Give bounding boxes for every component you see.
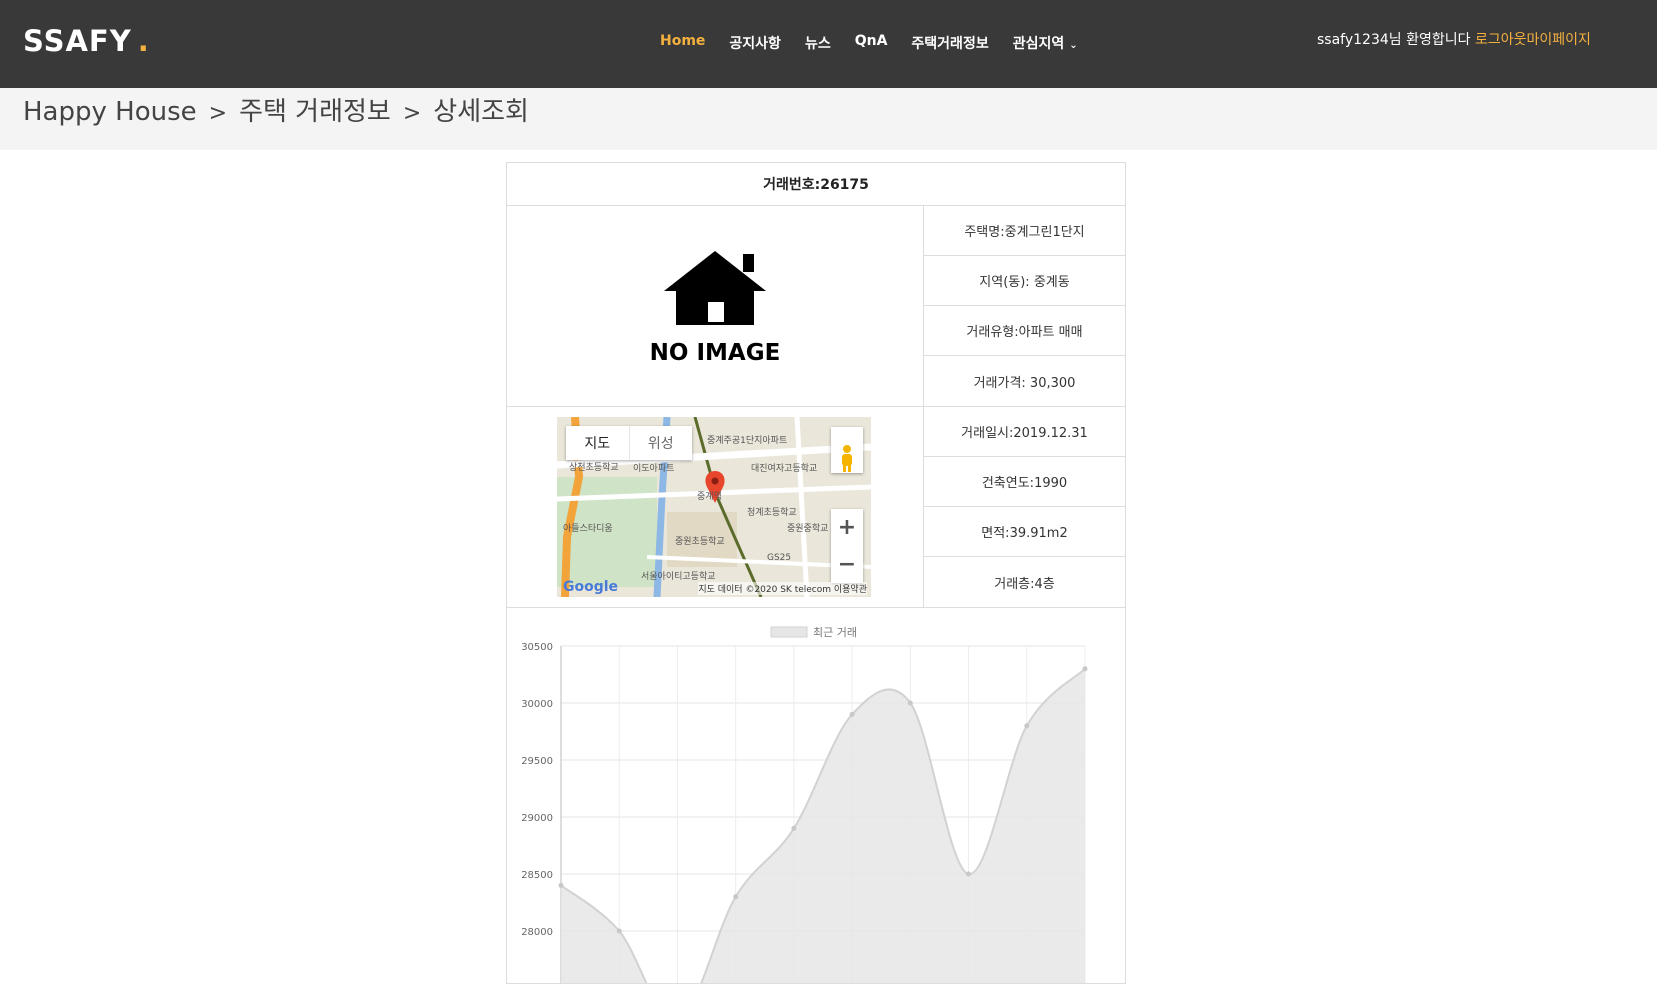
breadcrumb-separator: > [402, 101, 422, 126]
nav-qna[interactable]: QnA [843, 33, 900, 53]
deal-detail-table: 거래번호:26175 NO IMAGE 중계주공1단지아파트 상천초등학교 이도… [506, 162, 1126, 987]
data-point [733, 894, 739, 900]
info-area: 면적:39.91m2 [924, 507, 1125, 557]
data-point [1082, 666, 1088, 672]
house-icon: NO IMAGE [650, 251, 780, 366]
info-deal-type: 거래유형:아파트 매매 [924, 306, 1125, 356]
map-label: 상천초등학교 [569, 463, 619, 473]
breadcrumb: Happy House > 주택 거래정보 > 상세조회 [23, 91, 529, 128]
zoom-control: + − [831, 509, 863, 583]
map-label: 이도아파트 [633, 464, 675, 474]
map-type-map-button[interactable]: 지도 [566, 426, 629, 460]
map-type-satellite-button[interactable]: 위성 [628, 426, 693, 460]
data-point [1024, 723, 1030, 729]
breadcrumb-detail: 상세조회 [433, 97, 529, 127]
map-attribution[interactable]: 지도 데이터 ©2020 SK telecom 이용약관 [698, 582, 867, 595]
map-label: 대진여자고등학교 [751, 464, 818, 474]
info-build-year: 건축연도:1990 [924, 457, 1125, 507]
nav-notice[interactable]: 공지사항 [717, 33, 793, 53]
breadcrumb-bar: Happy House > 주택 거래정보 > 상세조회 [0, 88, 1657, 150]
brand-logo[interactable]: SSAFY. [23, 24, 150, 58]
breadcrumb-house-deal[interactable]: 주택 거래정보 [239, 97, 391, 127]
data-point [616, 928, 622, 934]
recent-deal-chart: 최근 거래 30500 30000 29500 29000 28500 28000 [507, 608, 1125, 987]
nav-interest-area[interactable]: 관심지역 ⌄ [1001, 33, 1090, 53]
map-label: GS25 [767, 553, 792, 563]
deal-number: 거래번호:26175 [507, 163, 1125, 206]
map-label: 아들스타디움 [563, 524, 613, 534]
map-cell: 중계주공1단지아파트 상천초등학교 이도아파트 대진여자고등학교 청계초등학교 … [507, 407, 924, 608]
data-point [849, 711, 855, 717]
y-tick-label: 30500 [521, 642, 553, 653]
info-dong: 지역(동): 중계동 [924, 256, 1125, 306]
street-view-pegman-icon[interactable] [831, 427, 863, 473]
nav-interest-area-label: 관심지역 [1012, 36, 1065, 52]
house-image-cell: NO IMAGE [507, 206, 924, 407]
legend-label: 최근 거래 [813, 626, 857, 639]
y-tick-label: 28500 [521, 870, 553, 881]
series-area [561, 668, 1085, 987]
y-tick-label: 30000 [521, 699, 553, 710]
welcome-text: ssafy1234님 환영합니다 [1317, 32, 1471, 48]
map-label: 중원중학교 [787, 524, 829, 534]
location-map[interactable]: 중계주공1단지아파트 상천초등학교 이도아파트 대진여자고등학교 청계초등학교 … [557, 417, 871, 597]
info-deal-date: 거래일시:2019.12.31 [924, 407, 1125, 457]
legend-swatch [770, 626, 808, 638]
nav-home[interactable]: Home [648, 33, 717, 53]
nav-news[interactable]: 뉴스 [793, 33, 843, 53]
google-logo: Google [563, 579, 619, 595]
data-point [966, 871, 972, 877]
info-house-name: 주택명:중계그린1단지 [924, 206, 1125, 256]
map-label: 청계초등학교 [747, 508, 797, 518]
data-point [907, 700, 913, 706]
map-label: 서울아이티고등학교 [641, 572, 716, 582]
chart-svg: 최근 거래 30500 30000 29500 29000 28500 28000 [521, 626, 1088, 987]
logout-link[interactable]: 로그아웃 [1475, 32, 1527, 48]
y-tick-label: 29500 [521, 756, 553, 767]
data-point [791, 825, 797, 831]
y-tick-label: 29000 [521, 813, 553, 824]
user-menu: ssafy1234님 환영합니다 로그아웃마이페이지 [1317, 29, 1591, 49]
map-type-control: 지도 위성 [566, 426, 692, 460]
info-floor: 거래층:4층 [924, 557, 1125, 608]
breadcrumb-separator: > [208, 101, 228, 126]
no-image-text: NO IMAGE [650, 340, 780, 366]
zoom-out-button[interactable]: − [831, 546, 863, 583]
mypage-link[interactable]: 마이페이지 [1526, 32, 1590, 48]
zoom-in-button[interactable]: + [831, 509, 863, 546]
map-label: 중계주공1단지아파트 [707, 436, 788, 446]
map-label: 중원초등학교 [675, 537, 725, 547]
breadcrumb-home[interactable]: Happy House [23, 97, 197, 127]
data-point [558, 882, 564, 888]
y-tick-label: 28000 [521, 927, 553, 938]
chevron-down-icon: ⌄ [1069, 40, 1078, 51]
top-navbar: SSAFY. Home 공지사항 뉴스 QnA 주택거래정보 관심지역 ⌄ ssa… [0, 0, 1657, 88]
main-nav: Home 공지사항 뉴스 QnA 주택거래정보 관심지역 ⌄ [648, 33, 1090, 53]
map-label: 중계역 [697, 492, 722, 502]
info-deal-price: 거래가격: 30,300 [924, 356, 1125, 407]
nav-house-deal[interactable]: 주택거래정보 [899, 33, 1000, 53]
